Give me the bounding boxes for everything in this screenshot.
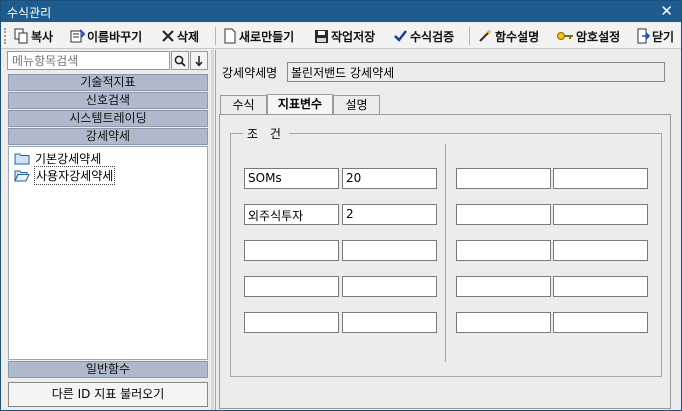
tab-content: 조 건 SOMs 20 외주식투자 2	[219, 114, 671, 409]
name-label: 강세약세명	[222, 66, 278, 80]
window-title: 수식관리	[7, 6, 52, 20]
conditions-group: 조 건 SOMs 20 외주식투자 2	[230, 125, 662, 377]
variable-name-field[interactable]: 외주식투자	[244, 204, 339, 225]
variable-name-field[interactable]	[244, 312, 339, 333]
tab-indicator-variables[interactable]: 지표변수	[267, 94, 333, 115]
new-document-icon	[224, 28, 236, 44]
tab-formula[interactable]: 수식	[220, 95, 267, 114]
close-button[interactable]: 닫기	[636, 26, 674, 46]
variable-name-field[interactable]	[456, 312, 551, 333]
rename-icon	[70, 29, 85, 43]
variable-value-field[interactable]	[553, 276, 648, 297]
copy-icon	[14, 28, 28, 44]
variable-value-field[interactable]	[553, 312, 648, 333]
category-strength-weakness[interactable]: 강세약세	[8, 128, 208, 145]
delete-icon	[162, 30, 174, 42]
category-general-functions[interactable]: 일반함수	[8, 361, 208, 378]
name-field[interactable]: 볼린저밴드 강세약세	[287, 62, 665, 82]
delete-label: 삭제	[177, 29, 200, 44]
variable-name-field[interactable]	[244, 240, 339, 261]
save-label: 작업저장	[331, 29, 376, 44]
panel-splitter[interactable]	[211, 50, 214, 410]
title-bar: 수식관리 ✕	[1, 1, 681, 22]
rename-label: 이름바꾸기	[87, 29, 143, 44]
variable-value-field[interactable]	[342, 240, 437, 261]
conditions-title: 조 건	[243, 125, 289, 142]
left-panel: 기술적지표 신호검색 시스템트레이딩 강세약세 기본강세약세 사용자강세약세 일…	[4, 50, 210, 410]
folder-icon	[14, 153, 30, 164]
variable-value-field[interactable]	[342, 312, 437, 333]
variable-value-field[interactable]: 2	[342, 204, 437, 225]
open-folder-icon	[14, 170, 30, 181]
variable-value-field[interactable]: 20	[342, 168, 437, 189]
search-icon	[174, 55, 186, 67]
checkmark-icon	[394, 30, 407, 42]
search-button[interactable]	[171, 51, 189, 70]
verify-button[interactable]: 수식검증	[393, 26, 454, 46]
arrow-down-icon	[195, 55, 203, 67]
function-help-label: 함수설명	[495, 29, 540, 44]
variable-value-field[interactable]	[553, 240, 648, 261]
save-button[interactable]: 작업저장	[314, 26, 375, 46]
rename-button[interactable]: 이름바꾸기	[69, 26, 142, 46]
close-label: 닫기	[652, 29, 675, 44]
category-system-trading[interactable]: 시스템트레이딩	[8, 110, 208, 127]
key-icon	[557, 32, 573, 40]
category-signal-search[interactable]: 신호검색	[8, 92, 208, 109]
formula-manager-window: 수식관리 ✕ 복사 이름바꾸기 삭제 새로만들기 작업저장 수식검증 함수설명 …	[0, 0, 682, 411]
close-icon[interactable]: ✕	[660, 2, 673, 20]
tab-description[interactable]: 설명	[333, 95, 380, 114]
exit-door-icon	[637, 28, 650, 44]
variable-name-field[interactable]	[456, 240, 551, 261]
toolbar: 복사 이름바꾸기 삭제 새로만들기 작업저장 수식검증 함수설명 암호설정 닫기	[1, 23, 681, 49]
toolbar-separator	[469, 27, 470, 45]
function-help-button[interactable]: 함수설명	[477, 26, 539, 46]
tree-item-label: 사용자강세약세	[34, 165, 116, 185]
password-label: 암호설정	[576, 29, 621, 44]
copy-button[interactable]: 복사	[13, 26, 53, 46]
variable-name-field[interactable]	[456, 276, 551, 297]
delete-button[interactable]: 삭제	[161, 26, 199, 46]
magic-wand-icon	[479, 29, 492, 42]
toolbar-separator	[215, 27, 216, 45]
variable-name-field[interactable]	[456, 204, 551, 225]
category-technical-indicators[interactable]: 기술적지표	[8, 74, 208, 91]
verify-label: 수식검증	[410, 29, 455, 44]
variable-name-field[interactable]	[244, 276, 339, 297]
group-divider	[445, 144, 446, 362]
save-icon	[315, 29, 328, 43]
variable-name-field[interactable]	[456, 168, 551, 189]
variable-name-field[interactable]: SOMs	[244, 168, 339, 189]
down-arrow-button[interactable]	[190, 51, 208, 70]
new-label: 새로만들기	[239, 29, 295, 44]
tree-item-user[interactable]: 사용자강세약세	[14, 165, 116, 185]
load-other-id-button[interactable]: 다른 ID 지표 불러오기	[8, 382, 208, 407]
right-panel: 강세약세명 볼린저밴드 강세약세 수식 지표변수 설명 조 건 SOMs 20 …	[215, 50, 680, 410]
tree-item-label: 기본강세약세	[35, 151, 102, 166]
tree-item-basic[interactable]: 기본강세약세	[14, 150, 102, 166]
tab-bar: 수식 지표변수 설명	[220, 94, 670, 115]
toolbar-grip[interactable]	[4, 28, 7, 44]
variable-value-field[interactable]	[342, 276, 437, 297]
variable-value-field[interactable]	[553, 204, 648, 225]
copy-label: 복사	[31, 29, 54, 44]
formula-tree: 기본강세약세 사용자강세약세	[8, 146, 208, 360]
variable-value-field[interactable]	[553, 168, 648, 189]
password-button[interactable]: 암호설정	[556, 26, 620, 46]
menu-search-input[interactable]	[7, 51, 170, 70]
new-button[interactable]: 새로만들기	[223, 26, 294, 46]
